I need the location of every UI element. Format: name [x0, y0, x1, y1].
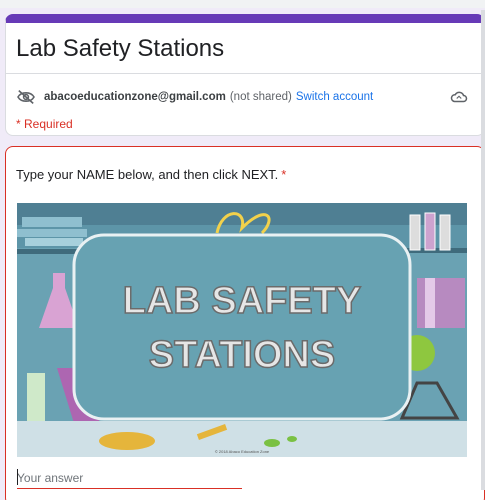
lab-safety-image: LAB SAFETY STATIONS © 2018 Abaco Educati… — [17, 203, 467, 457]
required-note: * Required — [16, 117, 73, 131]
required-asterisk: * — [281, 167, 287, 182]
account-row: abacoeducationzone@gmail.com (not shared… — [16, 89, 373, 105]
answer-input[interactable] — [17, 471, 242, 485]
form-header-card: Lab Safety Stations abacoeducationzone@g… — [5, 14, 485, 136]
image-credit: © 2018 Abaco Education Zone — [215, 449, 270, 454]
text-caret — [17, 469, 18, 485]
visibility-off-icon — [17, 90, 35, 104]
not-shared-label: (not shared) — [229, 91, 292, 103]
cloud-icon[interactable] — [450, 89, 468, 105]
image-title-line2: STATIONS — [149, 334, 335, 376]
account-email: abacoeducationzone@gmail.com — [44, 91, 226, 103]
answer-field[interactable] — [17, 467, 242, 489]
switch-account-link[interactable]: Switch account — [296, 91, 373, 103]
question-card: Type your NAME below, and then click NEX… — [5, 146, 485, 500]
header-divider — [6, 73, 484, 74]
scrollbar[interactable] — [481, 10, 485, 490]
form-title: Lab Safety Stations — [16, 35, 225, 62]
browser-top-strip — [0, 0, 485, 8]
image-title-line1: LAB SAFETY — [123, 280, 362, 322]
question-label: Type your NAME below, and then click NEX… — [16, 167, 279, 182]
question-text: Type your NAME below, and then click NEX… — [16, 167, 286, 182]
